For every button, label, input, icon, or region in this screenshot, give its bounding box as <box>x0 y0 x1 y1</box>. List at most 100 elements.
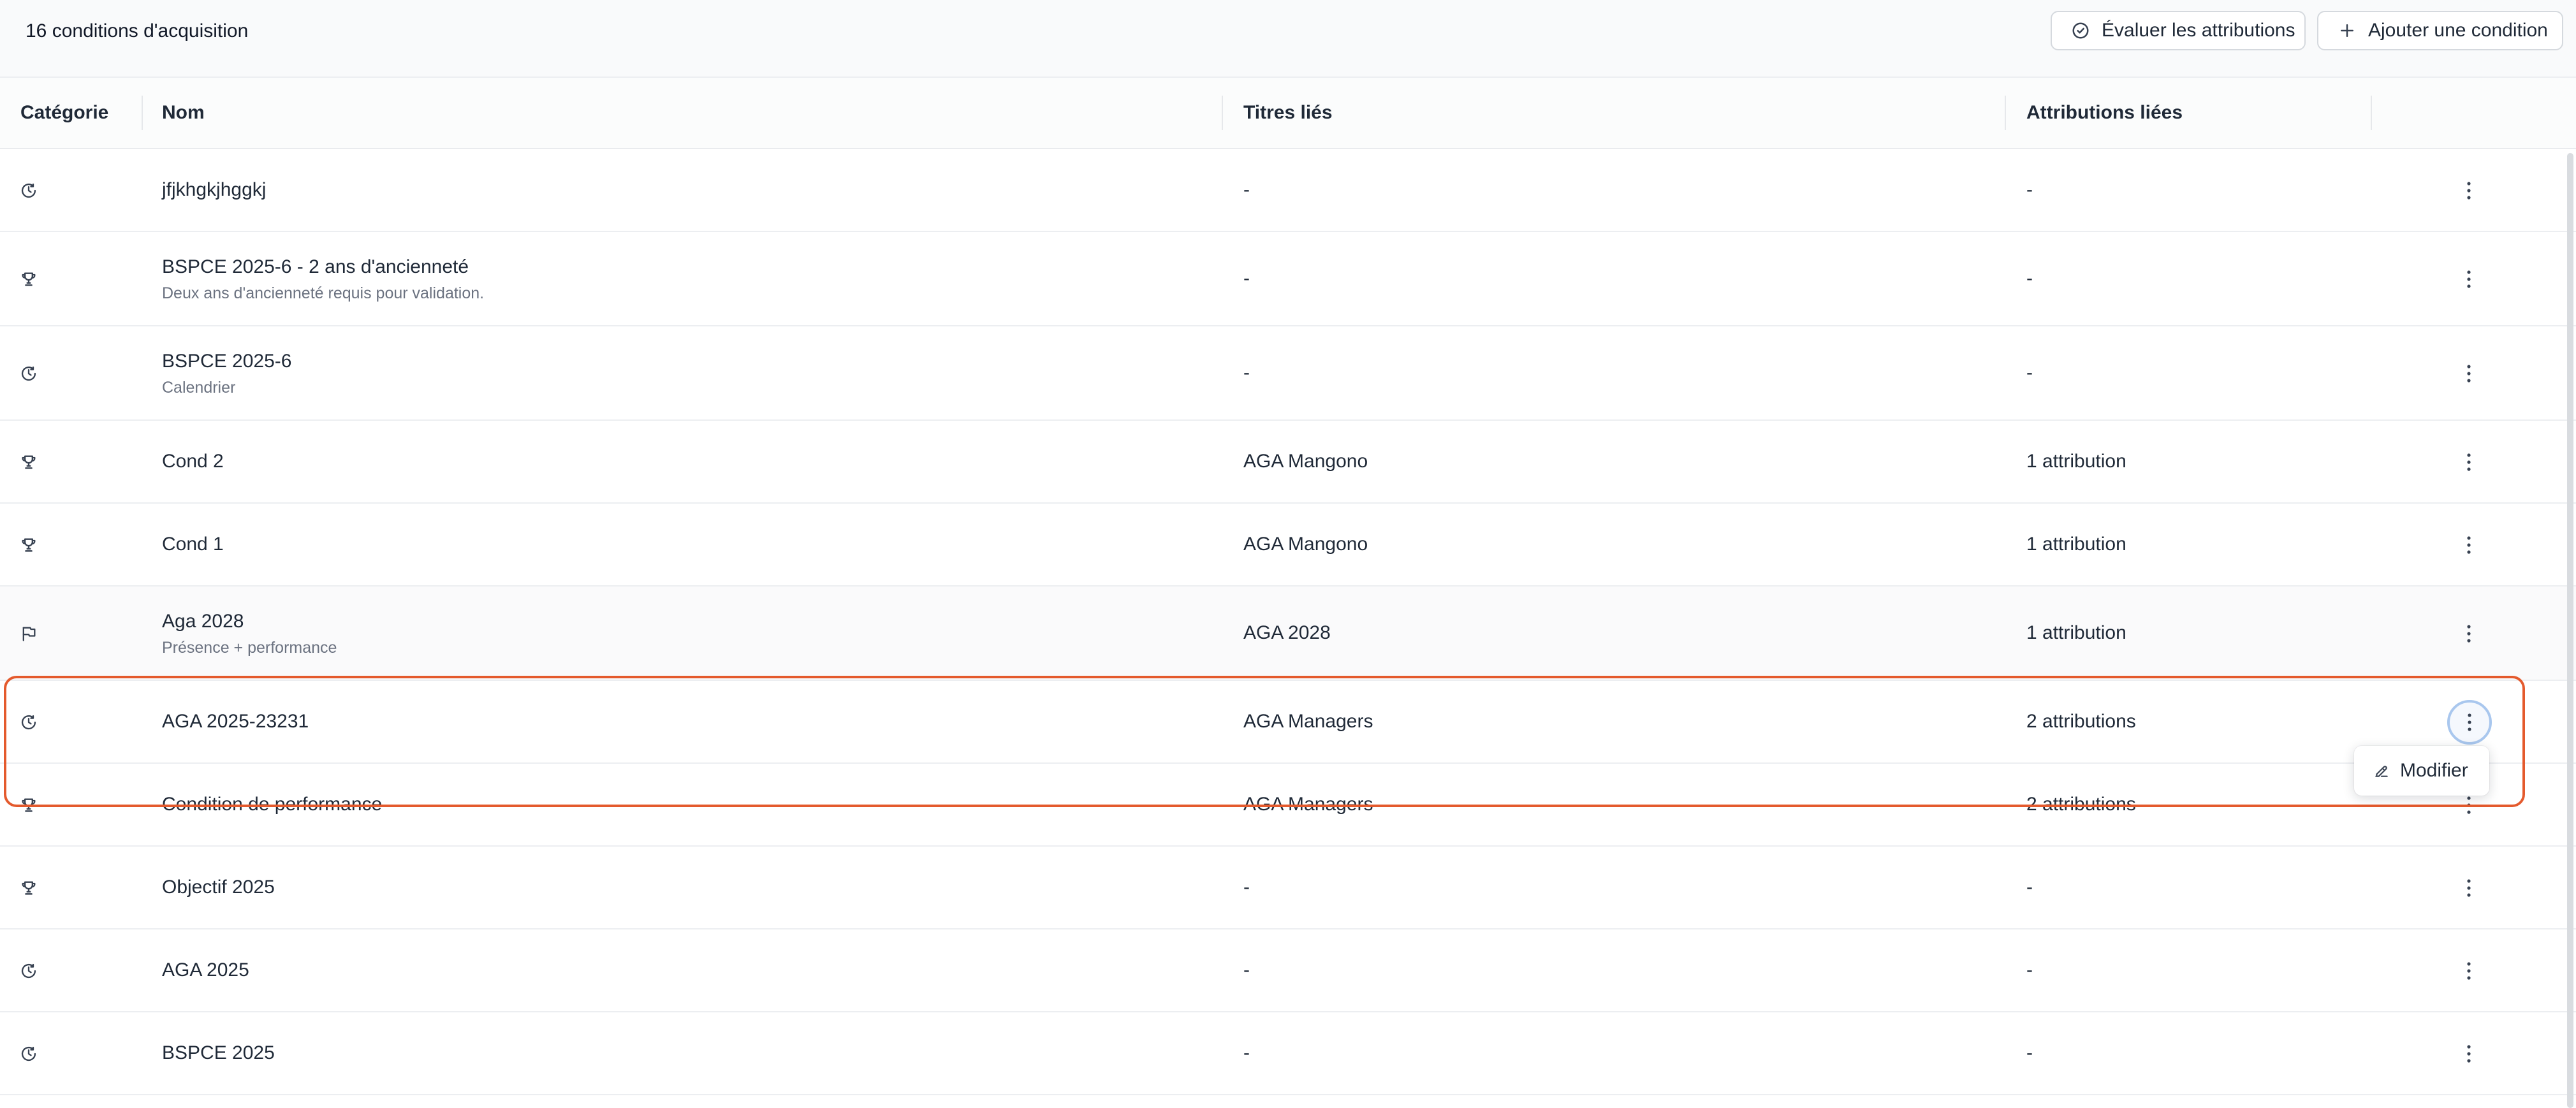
row-actions-button[interactable] <box>2461 959 2477 982</box>
clock-icon <box>20 182 38 200</box>
condition-name: Condition de performance <box>162 794 383 815</box>
linked-titles: - <box>1243 179 1250 200</box>
plus-icon <box>2338 21 2357 40</box>
table-row[interactable]: AGA 2025-23231 AGA Managers 2 attributions <box>0 681 2576 764</box>
more-vertical-icon <box>2466 180 2471 201</box>
more-vertical-icon <box>2466 878 2471 898</box>
condition-name: BSPCE 2025 <box>162 1042 275 1063</box>
more-vertical-icon <box>2466 269 2471 289</box>
more-vertical-icon <box>2466 1044 2471 1064</box>
table-row[interactable]: jfjkhgkjhggkj - - <box>0 149 2576 232</box>
table-row[interactable]: Objectif 2025 - - <box>0 847 2576 929</box>
row-actions-button[interactable] <box>2461 534 2477 557</box>
clock-icon <box>20 713 38 731</box>
page-title: 16 conditions d'acquisition <box>26 20 249 41</box>
trophy-icon <box>20 879 38 897</box>
evaluate-attributions-label: Évaluer les attributions <box>2102 20 2295 41</box>
trophy-icon <box>20 453 38 471</box>
more-vertical-icon <box>2466 363 2471 384</box>
row-actions-menu: Modifier <box>2354 746 2489 796</box>
table-row[interactable]: Condition de performance AGA Managers 2 at… <box>0 764 2576 847</box>
trophy-icon <box>20 796 38 814</box>
condition-name: Aga 2028 <box>162 611 244 632</box>
clock-icon <box>20 365 38 383</box>
trophy-icon <box>20 270 38 288</box>
row-actions-button[interactable] <box>2461 268 2477 291</box>
row-actions-button[interactable] <box>2461 877 2477 900</box>
add-condition-button[interactable]: Ajouter une condition <box>2317 11 2563 50</box>
condition-name: BSPCE 2025-6 - 2 ans d'ancienneté <box>162 256 469 277</box>
linked-attributions: - <box>2026 268 2033 289</box>
condition-name: AGA 2025 <box>162 959 249 980</box>
more-vertical-icon <box>2466 623 2471 644</box>
column-header-titles: Titres liés <box>1243 102 1333 123</box>
more-vertical-icon <box>2466 961 2471 981</box>
condition-name: Cond 2 <box>162 451 224 472</box>
condition-description: Deux ans d'ancienneté requis pour valida… <box>162 284 485 302</box>
row-actions-button[interactable] <box>2461 1042 2477 1065</box>
condition-description: Présence + performance <box>162 639 337 657</box>
linked-attributions: 1 attribution <box>2026 534 2126 555</box>
linked-attributions: 1 attribution <box>2026 622 2126 643</box>
linked-attributions: - <box>2026 179 2033 200</box>
linked-titles: - <box>1243 268 1250 289</box>
column-header-attributions: Attributions liées <box>2026 102 2183 123</box>
condition-description: Calendrier <box>162 379 236 397</box>
more-vertical-icon <box>2466 795 2471 815</box>
linked-titles: AGA Mangono <box>1243 534 1368 555</box>
column-header-category: Catégorie <box>20 102 109 123</box>
linked-attributions: - <box>2026 1042 2033 1063</box>
row-actions-button[interactable] <box>2447 700 2492 745</box>
condition-name: BSPCE 2025-6 <box>162 351 292 372</box>
table-row[interactable]: BSPCE 2025-6 Calendrier - - <box>0 326 2576 421</box>
column-separator <box>2005 96 2006 130</box>
linked-titles: - <box>1243 959 1250 980</box>
row-actions-button[interactable] <box>2461 362 2477 385</box>
pencil-icon <box>2373 762 2390 779</box>
check-circle-icon <box>2071 21 2090 40</box>
column-separator <box>1222 96 1223 130</box>
table-row[interactable]: BSPCE 2025-6 - 2 ans d'ancienneté Deux an… <box>0 232 2576 326</box>
column-header-name: Nom <box>162 102 205 123</box>
linked-attributions: 2 attributions <box>2026 711 2136 732</box>
linked-titles: - <box>1243 877 1250 898</box>
row-actions-button[interactable] <box>2461 622 2477 645</box>
table-header: Catégorie Nom Titres liés Attributions l… <box>0 78 2576 149</box>
table-row[interactable]: BSPCE 2025 - - <box>0 1012 2576 1095</box>
evaluate-attributions-button[interactable]: Évaluer les attributions <box>2051 11 2306 50</box>
linked-attributions: 2 attributions <box>2026 794 2136 815</box>
condition-name: jfjkhgkjhggkj <box>162 179 267 200</box>
linked-titles: AGA 2028 <box>1243 622 1331 643</box>
toolbar: 16 conditions d'acquisition Évaluer les … <box>0 0 2576 78</box>
table-row[interactable]: AGA 2025 - - <box>0 929 2576 1012</box>
linked-attributions: - <box>2026 959 2033 980</box>
more-vertical-icon <box>2466 452 2471 472</box>
condition-name: Cond 1 <box>162 534 224 555</box>
linked-titles: - <box>1243 1042 1250 1063</box>
flag-icon <box>20 625 38 643</box>
row-actions-button[interactable] <box>2461 451 2477 474</box>
condition-name: AGA 2025-23231 <box>162 711 309 732</box>
row-actions-button[interactable] <box>2461 794 2477 817</box>
table-row[interactable]: Cond 2 AGA Mangono 1 attribution <box>0 421 2576 504</box>
linked-titles: - <box>1243 362 1250 383</box>
scrollbar[interactable] <box>2567 153 2573 1108</box>
more-vertical-icon <box>2467 712 2472 733</box>
table-row[interactable]: Cond 1 AGA Mangono 1 attribution <box>0 504 2576 587</box>
linked-titles: AGA Mangono <box>1243 451 1368 472</box>
column-separator <box>142 96 143 130</box>
linked-attributions: 1 attribution <box>2026 451 2126 472</box>
row-actions-button[interactable] <box>2461 179 2477 202</box>
linked-titles: AGA Managers <box>1243 711 1373 732</box>
more-vertical-icon <box>2466 535 2471 555</box>
edit-menu-item[interactable]: Modifier <box>2400 760 2468 782</box>
clock-icon <box>20 1045 38 1063</box>
column-separator <box>2371 96 2372 130</box>
clock-icon <box>20 962 38 980</box>
linked-attributions: - <box>2026 362 2033 383</box>
condition-name: Objectif 2025 <box>162 877 275 898</box>
add-condition-label: Ajouter une condition <box>2368 20 2548 41</box>
trophy-icon <box>20 536 38 554</box>
table-row[interactable]: Aga 2028 Présence + performance AGA 2028 1 … <box>0 587 2576 681</box>
linked-titles: AGA Managers <box>1243 794 1373 815</box>
